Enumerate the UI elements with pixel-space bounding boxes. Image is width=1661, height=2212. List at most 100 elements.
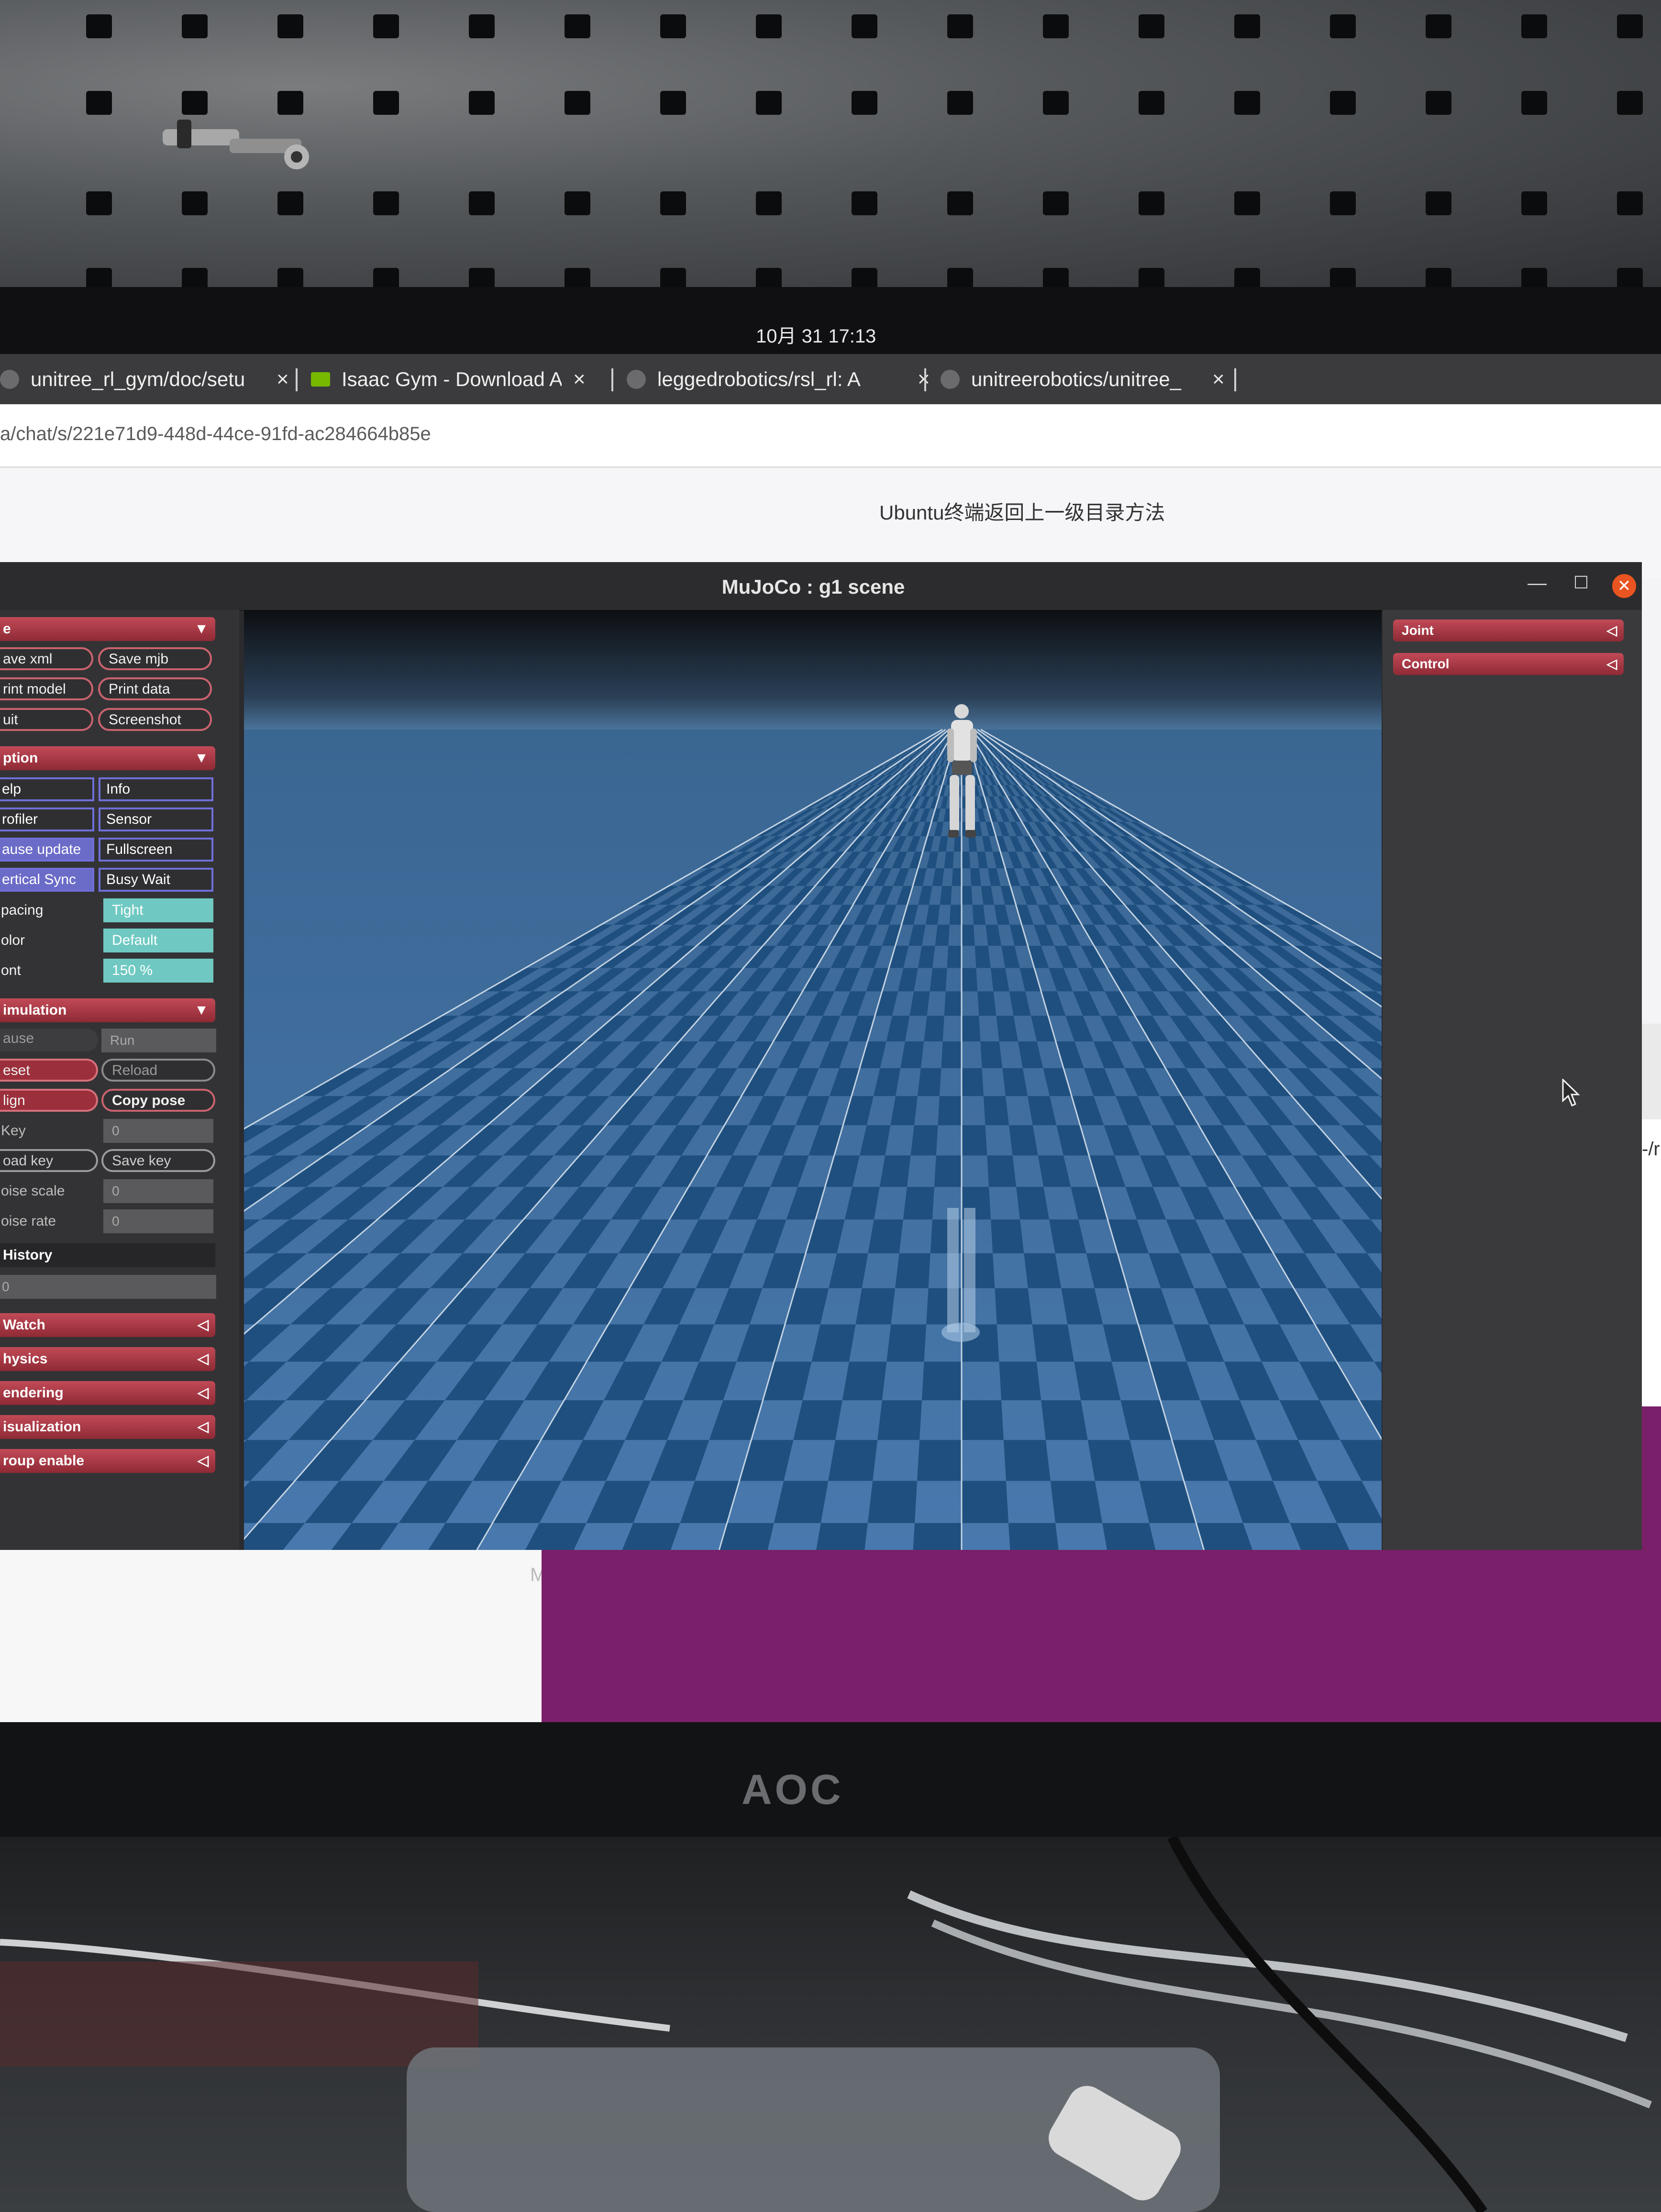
pegboard-hole (86, 268, 112, 287)
window-titlebar[interactable]: MuJoCo : g1 scene — ☐ ✕ (0, 562, 1642, 611)
pegboard-hole (1426, 191, 1451, 215)
close-icon[interactable]: ✕ (1612, 574, 1636, 598)
section-title: Control (1402, 656, 1450, 671)
address-bar[interactable]: a/chat/s/221e71d9-448d-44ce-91fd-ac28466… (0, 404, 1661, 468)
copy-pose-button[interactable]: Copy pose (101, 1089, 215, 1112)
tab-close-icon[interactable]: × (573, 367, 586, 391)
mujoco-window: MuJoCo : g1 scene — ☐ ✕ e ▼ ave xml Save… (0, 562, 1642, 1550)
save-mjb-button[interactable]: Save mjb (98, 647, 212, 670)
floor-tile (974, 946, 991, 968)
collapse-arrow-icon: ◁ (197, 1419, 209, 1435)
edge-text: g (1646, 1239, 1657, 1260)
font-select[interactable]: 150 % (103, 959, 213, 983)
simulation-section-header[interactable]: imulation ▼ (0, 998, 215, 1022)
edge-text: -/r (1642, 1139, 1660, 1160)
minimize-icon[interactable]: — (1525, 573, 1549, 597)
tab-divider (611, 368, 613, 391)
pegboard-hole (86, 14, 112, 38)
history-slider[interactable]: 0 (0, 1275, 216, 1299)
color-select[interactable]: Default (103, 929, 213, 952)
maximize-icon[interactable]: ☐ (1569, 573, 1593, 597)
align-button[interactable]: lign (0, 1089, 98, 1112)
tab-close-icon[interactable]: × (918, 367, 930, 391)
tab-label: unitreerobotics/unitree_ (971, 367, 1181, 390)
save-key-button[interactable]: Save key (101, 1149, 215, 1172)
visualization-section-header[interactable]: isualization ◁ (0, 1415, 215, 1439)
noise-scale-label: oise scale (1, 1183, 65, 1199)
pause-button[interactable]: ause (0, 1029, 98, 1051)
pegboard-hole (756, 191, 782, 215)
pegboard-hole (852, 268, 877, 287)
pegboard-hole (277, 191, 303, 215)
floor-tile (962, 1481, 1009, 1523)
print-data-button[interactable]: Print data (98, 677, 212, 700)
file-section-header[interactable]: e ▼ (0, 617, 215, 641)
reset-button[interactable]: eset (0, 1059, 98, 1082)
vertical-sync-toggle[interactable]: ertical Sync (0, 868, 94, 892)
option-section-header[interactable]: ption ▼ (0, 746, 215, 770)
noise-scale-slider[interactable]: 0 (103, 1179, 213, 1203)
browser-tab[interactable]: unitreerobotics/unitree_ × (941, 354, 1225, 404)
github-icon (0, 369, 19, 389)
screenshot-button[interactable]: Screenshot (98, 708, 212, 731)
rendering-section-header[interactable]: endering ◁ (0, 1381, 215, 1405)
pegboard-hole (1426, 91, 1451, 115)
section-title: Watch (3, 1317, 45, 1333)
pegboard-hole (277, 268, 303, 287)
load-key-button[interactable]: oad key (0, 1149, 98, 1172)
terminal-edge-header (1642, 1024, 1661, 1119)
web-page-content: Ubuntu终端返回上一级目录方法 (0, 468, 1661, 578)
monitor-screen: 10月 31 17:13 unitree_rl_gym/doc/setu × I… (0, 287, 1661, 1732)
pegboard-hole (1617, 191, 1643, 215)
profiler-toggle[interactable]: rofiler (0, 807, 94, 831)
pegboard-hole (1521, 268, 1547, 287)
pegboard-hole (1521, 191, 1547, 215)
pegboard-hole (1426, 14, 1451, 38)
floor-tile (924, 1016, 944, 1041)
pegboard-hole (86, 191, 112, 215)
pegboard-hole (1521, 14, 1547, 38)
watch-section-header[interactable]: Watch ◁ (0, 1313, 215, 1337)
quit-button[interactable]: uit (0, 708, 93, 731)
pegboard-hole (469, 191, 495, 215)
run-button[interactable]: Run (101, 1029, 216, 1052)
clock[interactable]: 10月 31 17:13 (756, 321, 876, 348)
expand-arrow-icon: ▼ (194, 1002, 209, 1018)
info-toggle[interactable]: Info (99, 777, 213, 801)
tab-close-icon[interactable]: × (277, 367, 289, 391)
pegboard-hole (469, 91, 495, 115)
floor-tile (962, 968, 978, 992)
joint-section-header[interactable]: Joint ◁ (1393, 619, 1624, 641)
help-toggle[interactable]: elp (0, 777, 94, 801)
floor-tile (980, 1041, 1003, 1068)
section-title: e (3, 621, 11, 637)
collapse-arrow-icon: ◁ (197, 1351, 209, 1367)
print-model-button[interactable]: rint model (0, 677, 93, 700)
pegboard-hole (373, 91, 399, 115)
noise-rate-slider[interactable]: 0 (103, 1209, 213, 1233)
pause-update-toggle[interactable]: ause update (0, 838, 94, 862)
control-section-header[interactable]: Control ◁ (1393, 653, 1624, 675)
save-xml-button[interactable]: ave xml (0, 647, 93, 670)
floor-tile (949, 905, 962, 925)
key-slider[interactable]: 0 (103, 1119, 213, 1143)
fullscreen-toggle[interactable]: Fullscreen (99, 838, 213, 862)
reload-button[interactable]: Reload (101, 1059, 215, 1082)
chat-title: Ubuntu终端返回上一级目录方法 (879, 501, 1165, 524)
group-enable-section-header[interactable]: roup enable ◁ (0, 1449, 215, 1473)
github-icon (627, 369, 646, 389)
physics-section-header[interactable]: hysics ◁ (0, 1347, 215, 1371)
sensor-toggle[interactable]: Sensor (99, 807, 213, 831)
browser-tab[interactable]: Isaac Gym - Download Ar × (311, 354, 586, 404)
pegboard-hole (373, 191, 399, 215)
browser-tab[interactable]: leggedrobotics/rsl_rl: A × (627, 354, 930, 404)
collapse-arrow-icon: ◁ (1606, 623, 1617, 638)
pegboard-hole (1234, 191, 1260, 215)
simulation-viewport[interactable] (244, 610, 1382, 1550)
tab-close-icon[interactable]: × (1212, 367, 1225, 391)
busy-wait-toggle[interactable]: Busy Wait (99, 868, 213, 892)
url-text[interactable]: a/chat/s/221e71d9-448d-44ce-91fd-ac28466… (0, 423, 431, 445)
spacing-select[interactable]: Tight (103, 898, 213, 922)
pegboard-hole (756, 91, 782, 115)
browser-tab[interactable]: unitree_rl_gym/doc/setu × (0, 354, 289, 404)
